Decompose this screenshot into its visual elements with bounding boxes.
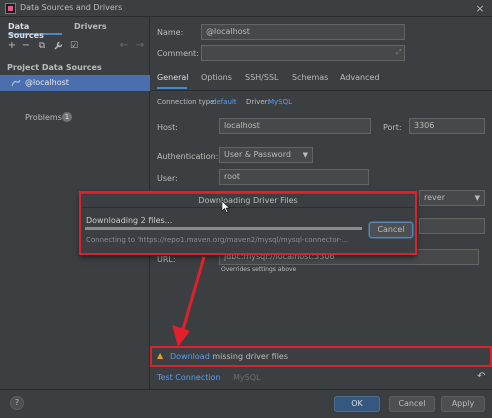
close-icon[interactable]: × — [472, 1, 488, 16]
database-type-label: MySQL — [233, 373, 261, 382]
tab-general[interactable]: General — [157, 73, 189, 89]
tabs-divider — [151, 90, 492, 91]
user-field[interactable]: root — [219, 169, 369, 185]
chevron-down-icon: ▼ — [474, 194, 480, 202]
window-title: Data Sources and Drivers — [20, 3, 123, 12]
database-select[interactable]: rever ▼ — [419, 190, 485, 206]
tab-drivers[interactable]: Drivers — [74, 18, 110, 35]
footer-divider — [0, 389, 492, 390]
back-arrow-icon[interactable]: ← — [118, 40, 130, 52]
expand-icon[interactable]: ⤢ — [396, 48, 402, 57]
host-field[interactable]: localhost — [219, 118, 371, 134]
tab-advanced[interactable]: Advanced — [340, 73, 380, 89]
data-source-row-localhost[interactable] — [0, 75, 150, 91]
database-select-value: rever — [424, 193, 445, 202]
driver-link[interactable]: MySQL — [268, 98, 292, 106]
apply-button[interactable]: Apply — [441, 396, 485, 412]
duplicate-icon[interactable]: ⧉ — [36, 40, 48, 52]
authentication-value: User & Password — [224, 150, 291, 159]
forward-arrow-icon[interactable]: → — [134, 40, 146, 52]
help-icon[interactable]: ? — [10, 396, 24, 410]
host-label: Host: — [157, 123, 178, 132]
tab-ssh-ssl[interactable]: SSH/SSL — [245, 73, 278, 89]
connection-type-label: Connection type: — [157, 98, 217, 106]
name-label: Name: — [157, 28, 184, 37]
data-source-label: @localhost — [25, 78, 69, 87]
connection-type-link[interactable]: default — [212, 98, 237, 106]
project-data-sources-heading: Project Data Sources — [7, 63, 102, 72]
authentication-label: Authentication: — [157, 152, 219, 161]
comment-label: Comment: — [157, 49, 199, 58]
tab-options[interactable]: Options — [201, 73, 232, 89]
highlight-box-warning — [150, 346, 492, 367]
highlight-box-dialog — [79, 191, 417, 255]
driver-label: Driver: — [246, 98, 270, 106]
add-icon[interactable]: + — [6, 40, 18, 52]
port-field[interactable]: 3306 — [409, 118, 485, 134]
authentication-select[interactable]: User & Password ▼ — [219, 147, 313, 163]
app-icon — [5, 3, 16, 14]
name-field[interactable]: @localhost — [201, 24, 405, 40]
check-icon[interactable]: ☑ — [68, 40, 80, 52]
user-label: User: — [157, 174, 178, 183]
remove-icon[interactable]: − — [20, 40, 32, 52]
database-field[interactable] — [419, 218, 485, 234]
chevron-down-icon: ▼ — [302, 151, 308, 159]
mysql-icon — [11, 79, 21, 88]
url-hint: Overrides settings above — [221, 266, 297, 273]
wrench-icon[interactable] — [52, 40, 64, 52]
annotation-arrow — [172, 256, 206, 347]
reset-icon[interactable]: ↶ — [477, 371, 485, 382]
port-label: Port: — [383, 123, 402, 132]
problems-count-badge: 1 — [62, 112, 72, 122]
ok-button[interactable]: OK — [334, 396, 380, 412]
problems-item[interactable]: Problems — [25, 113, 62, 122]
mouse-cursor-icon — [222, 201, 230, 213]
tab-schemas[interactable]: Schemas — [292, 73, 328, 89]
test-connection-link[interactable]: Test Connection — [157, 373, 221, 382]
tab-data-sources[interactable]: Data Sources — [8, 18, 62, 40]
cancel-button[interactable]: Cancel — [389, 396, 435, 412]
comment-field[interactable] — [201, 45, 405, 61]
